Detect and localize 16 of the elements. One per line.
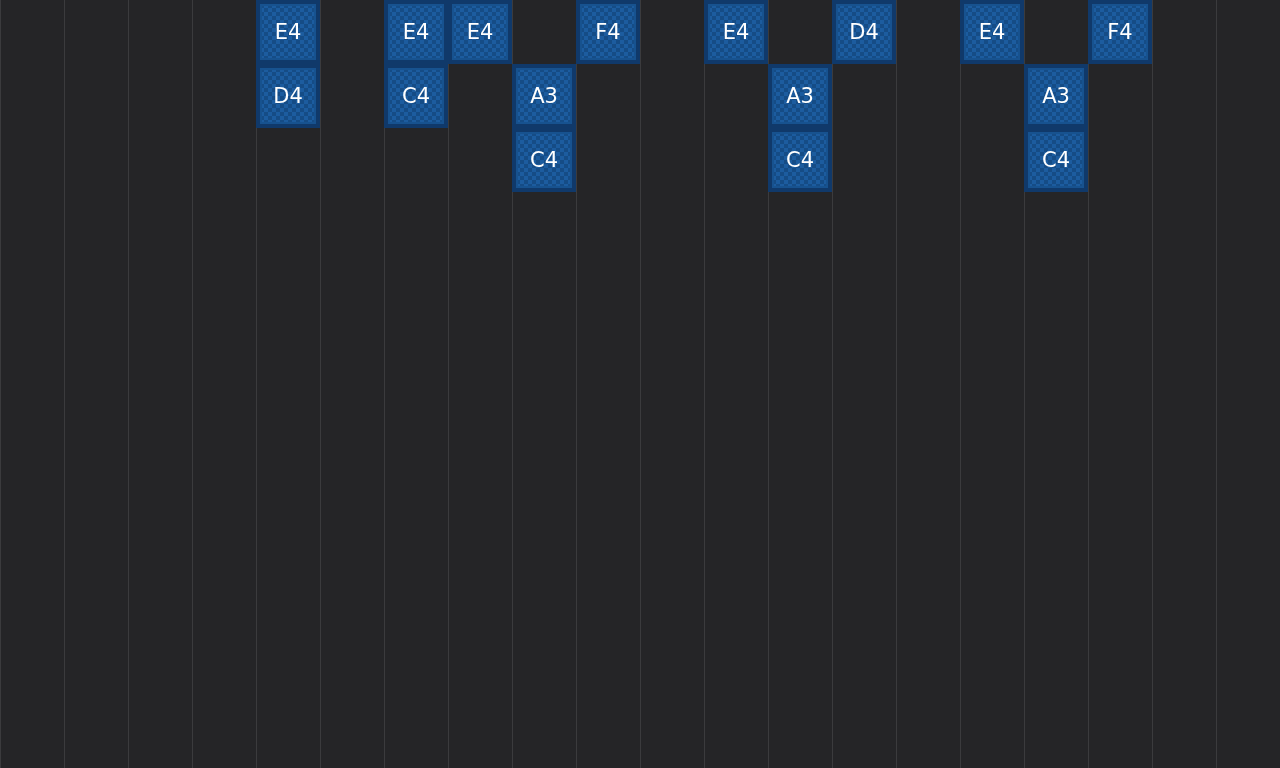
note-block[interactable]: A3 xyxy=(512,64,576,128)
note-block[interactable]: A3 xyxy=(768,64,832,128)
note-block[interactable]: D4 xyxy=(832,0,896,64)
note-block[interactable]: C4 xyxy=(384,64,448,128)
note-block[interactable]: E4 xyxy=(384,0,448,64)
note-block[interactable]: E4 xyxy=(704,0,768,64)
note-block[interactable]: C4 xyxy=(1024,128,1088,192)
note-block[interactable]: E4 xyxy=(960,0,1024,64)
note-block[interactable]: E4 xyxy=(256,0,320,64)
note-block[interactable]: C4 xyxy=(768,128,832,192)
note-block[interactable]: A3 xyxy=(1024,64,1088,128)
note-block[interactable]: F4 xyxy=(576,0,640,64)
note-block[interactable]: F4 xyxy=(1088,0,1152,64)
note-block[interactable]: D4 xyxy=(256,64,320,128)
note-block[interactable]: C4 xyxy=(512,128,576,192)
note-block[interactable]: E4 xyxy=(448,0,512,64)
